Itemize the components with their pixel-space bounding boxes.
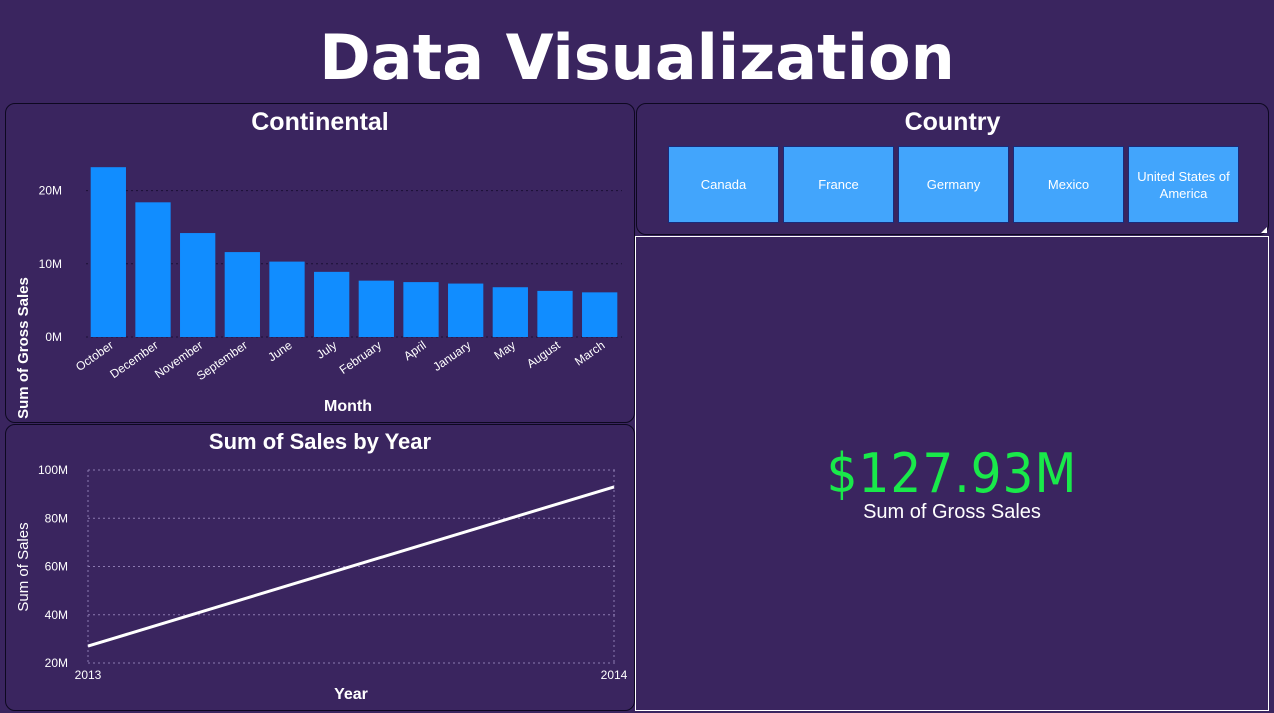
yearly-chart-panel[interactable]: Sum of Sales by Year Sum of Sales Year 2… bbox=[5, 424, 635, 711]
bar-february[interactable] bbox=[358, 280, 394, 337]
bar-january[interactable] bbox=[448, 283, 484, 337]
continental-y-axis-label: Sum of Gross Sales bbox=[15, 277, 32, 419]
resize-handle-icon[interactable] bbox=[1261, 227, 1267, 233]
country-option-united-states-of-america[interactable]: United States of America bbox=[1128, 146, 1239, 223]
country-option-canada[interactable]: Canada bbox=[668, 146, 779, 223]
bar-x-tick-label: August bbox=[524, 338, 563, 371]
page-title: Data Visualization bbox=[319, 21, 955, 94]
bar-x-tick-label: September bbox=[194, 338, 250, 383]
yearly-y-axis-label: Sum of Sales bbox=[15, 522, 32, 611]
kpi-label: Sum of Gross Sales bbox=[863, 501, 1041, 523]
bar-x-tick-label: January bbox=[430, 338, 473, 374]
line-y-tick-label: 20M bbox=[45, 656, 68, 670]
kpi-card-panel[interactable]: $127.93M Sum of Gross Sales bbox=[635, 236, 1269, 711]
bar-y-tick-label: 20M bbox=[39, 184, 62, 198]
bar-y-tick-label: 0M bbox=[45, 330, 62, 344]
bar-july[interactable] bbox=[314, 271, 350, 337]
country-option-france[interactable]: France bbox=[783, 146, 894, 223]
line-x-tick-label: 2014 bbox=[601, 668, 628, 682]
country-slicer-title: Country bbox=[904, 108, 1001, 136]
line-y-tick-label: 100M bbox=[38, 463, 68, 477]
bar-y-tick-label: 10M bbox=[39, 257, 62, 271]
country-slicer-panel: Country Canada France Germany Mexico Uni… bbox=[636, 103, 1269, 235]
bar-march[interactable] bbox=[582, 292, 618, 337]
continental-chart-panel[interactable]: Continental Sum of Gross Sales Month 0M 1… bbox=[5, 103, 635, 423]
bar-november[interactable] bbox=[180, 233, 216, 337]
bar-x-tick-label: July bbox=[314, 338, 340, 362]
line-x-tick-label: 2013 bbox=[75, 668, 102, 682]
bar-x-tick-label: April bbox=[401, 338, 429, 363]
country-option-germany[interactable]: Germany bbox=[898, 146, 1009, 223]
bar-june[interactable] bbox=[269, 261, 305, 337]
yearly-x-axis-label: Year bbox=[334, 686, 368, 703]
bar-september[interactable] bbox=[224, 252, 260, 337]
line-y-tick-label: 40M bbox=[45, 608, 68, 622]
kpi-value: $127.93M bbox=[826, 442, 1078, 505]
bar-x-tick-label: June bbox=[265, 338, 295, 365]
bar-october[interactable] bbox=[90, 167, 126, 337]
continental-bar-chart[interactable]: Sum of Gross Sales Month 0M10M20M Octobe… bbox=[6, 104, 634, 422]
continental-x-axis-label: Month bbox=[324, 398, 372, 415]
bar-april[interactable] bbox=[403, 282, 439, 337]
bar-august[interactable] bbox=[537, 290, 573, 337]
yearly-line-chart[interactable]: Sum of Sales Year 20M 40M 60M 80M 100M 2013 2… bbox=[6, 425, 634, 710]
line-y-tick-label: 80M bbox=[45, 511, 68, 525]
bar-december[interactable] bbox=[135, 202, 171, 337]
bar-x-tick-label: May bbox=[491, 338, 518, 362]
country-option-mexico[interactable]: Mexico bbox=[1013, 146, 1124, 223]
sales-line-series[interactable] bbox=[87, 485, 615, 648]
bar-x-tick-label: March bbox=[572, 338, 607, 369]
line-y-tick-label: 60M bbox=[45, 560, 68, 574]
bar-may[interactable] bbox=[492, 287, 528, 337]
bar-x-tick-label: February bbox=[337, 338, 384, 377]
bar-x-tick-label: December bbox=[107, 338, 160, 381]
